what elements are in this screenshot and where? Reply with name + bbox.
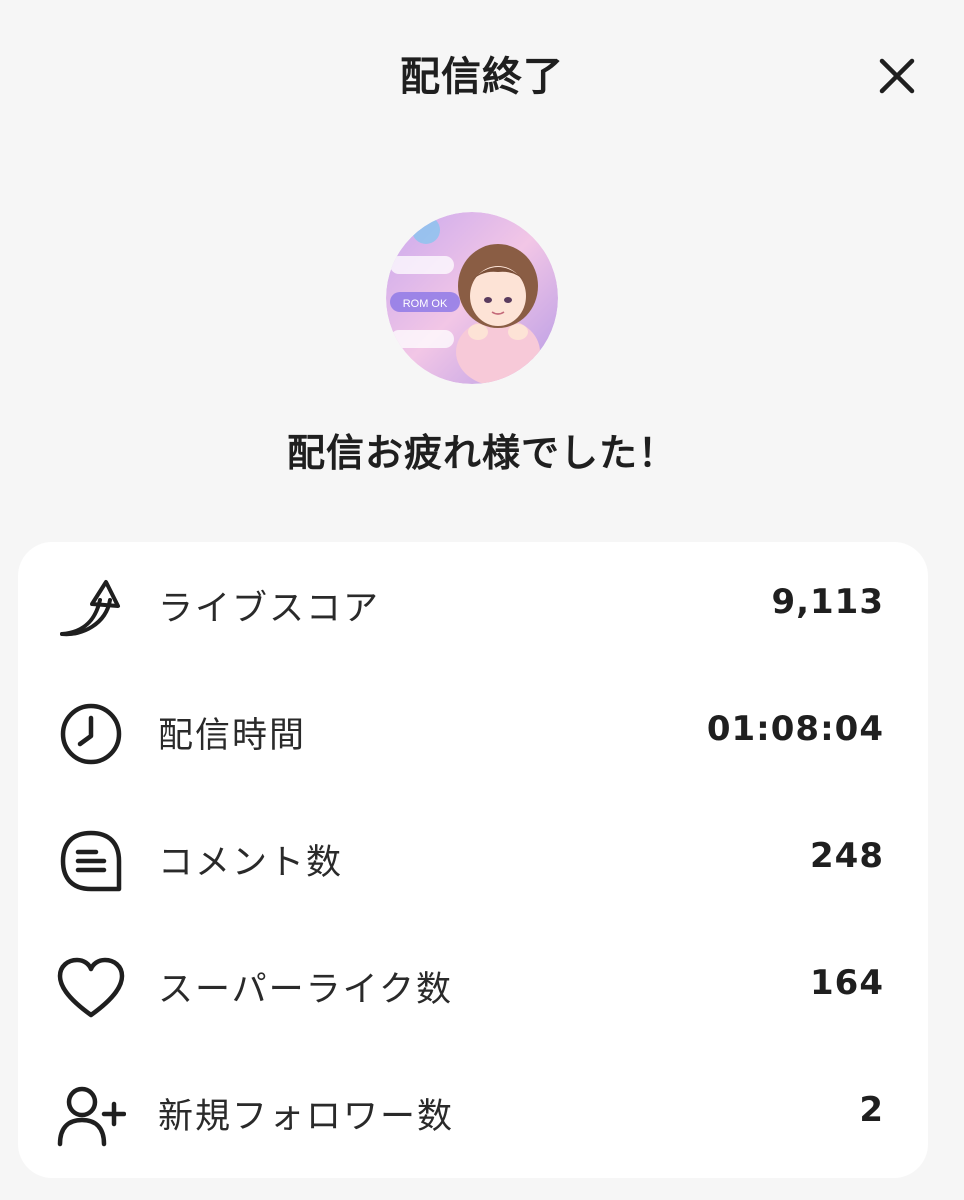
stat-label: ライブスコア bbox=[158, 589, 381, 629]
completion-message: 配信お疲れ様でした！ bbox=[286, 431, 677, 475]
stat-value: 9,113 bbox=[771, 582, 884, 622]
comment-icon bbox=[60, 830, 122, 892]
stat-row-super-likes: スーパーライク数 164 bbox=[18, 923, 928, 1051]
stat-label: コメント数 bbox=[158, 843, 344, 883]
add-user-icon bbox=[57, 1086, 126, 1147]
stat-label: スーパーライク数 bbox=[158, 970, 453, 1010]
stream-end-screen: 配信終了 ROM OK 配信お疲れ様でした！ ライブスコア 9,113 配信時間… bbox=[0, 0, 964, 1200]
stat-value: 164 bbox=[810, 963, 884, 1003]
avatar-badge-rom-ok: ROM OK bbox=[403, 298, 448, 310]
close-icon bbox=[879, 58, 915, 94]
avatar-image: ROM OK bbox=[386, 212, 558, 384]
stat-row-live-score: ライブスコア 9,113 bbox=[18, 542, 928, 670]
clock-icon bbox=[60, 703, 122, 765]
stat-value: 2 bbox=[859, 1090, 884, 1130]
page-title: 配信終了 bbox=[400, 54, 564, 100]
avatar: ROM OK bbox=[386, 212, 558, 384]
stat-value: 248 bbox=[810, 836, 884, 876]
close-button[interactable] bbox=[862, 44, 932, 108]
stat-value: 01:08:04 bbox=[706, 709, 884, 749]
stat-label: 新規フォロワー数 bbox=[158, 1097, 455, 1137]
trending-up-arrow-icon bbox=[60, 580, 120, 637]
stat-row-stream-time: 配信時間 01:08:04 bbox=[18, 669, 928, 797]
stat-row-new-followers: 新規フォロワー数 2 bbox=[18, 1050, 928, 1178]
stat-label: 配信時間 bbox=[158, 716, 307, 756]
stat-row-comments: コメント数 248 bbox=[18, 796, 928, 924]
heart-icon bbox=[57, 957, 125, 1018]
stats-card: ライブスコア 9,113 配信時間 01:08:04 コメント数 248 スーパ… bbox=[18, 542, 928, 1178]
